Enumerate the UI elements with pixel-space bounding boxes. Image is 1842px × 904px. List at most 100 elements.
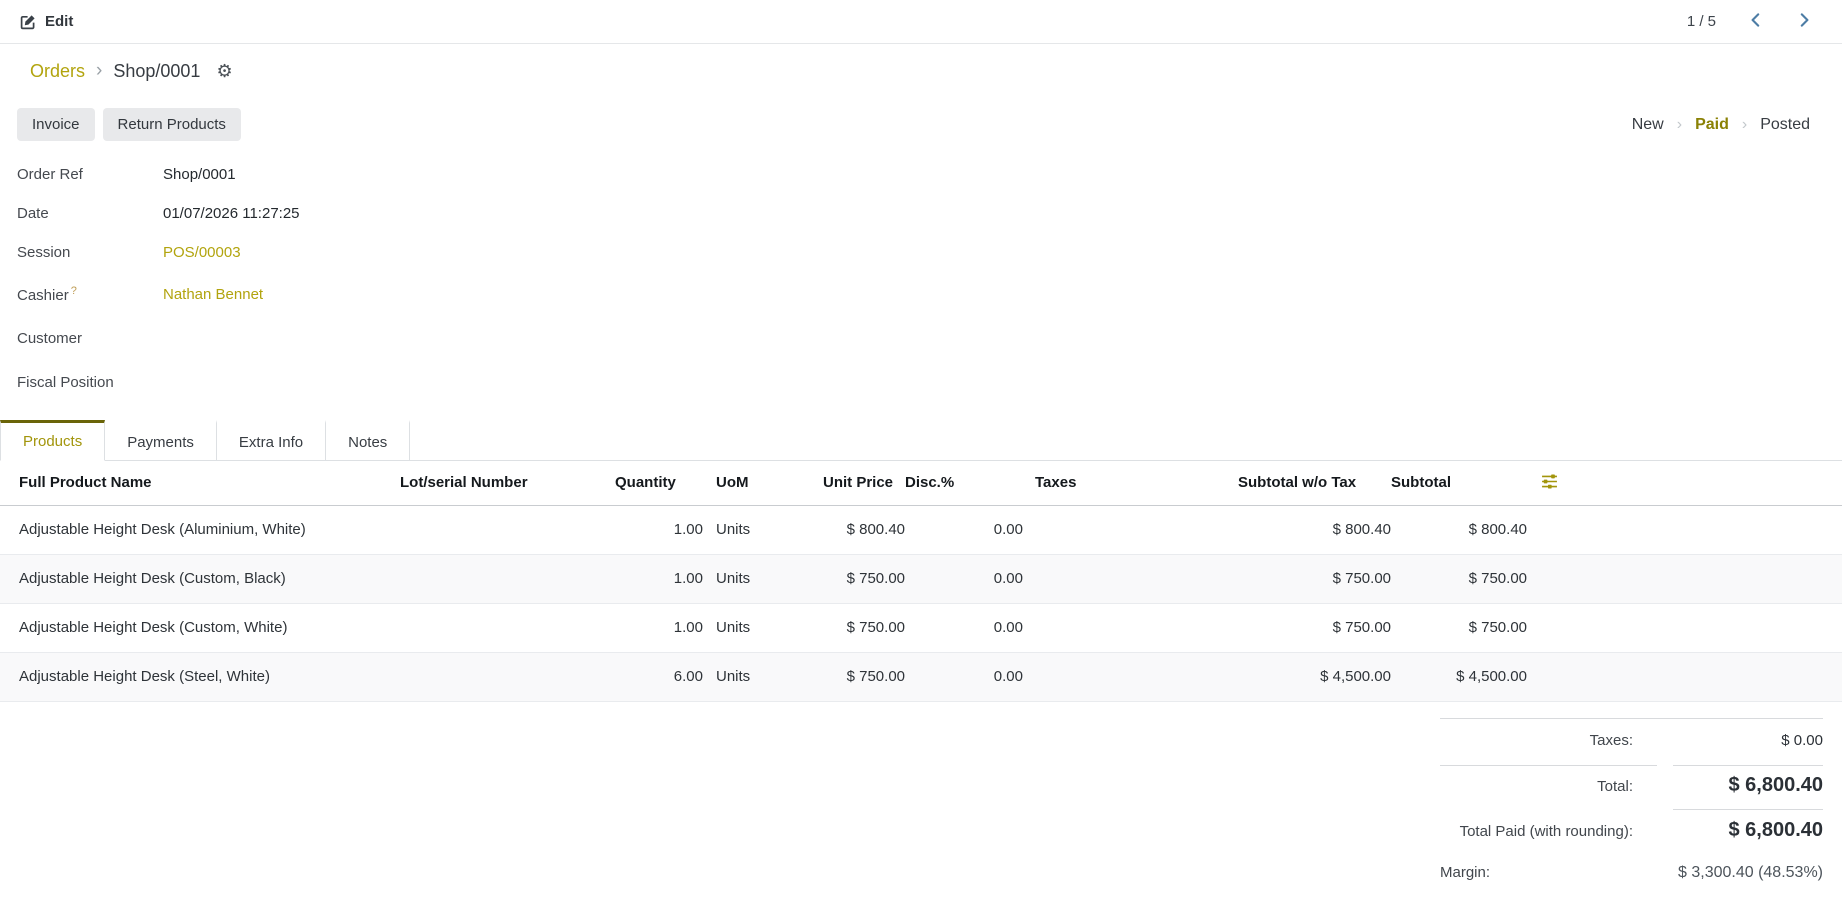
field-fiscal-position: Fiscal Position [17, 360, 1842, 404]
notebook-tabs: Products Payments Extra Info Notes [0, 420, 1842, 461]
cell-taxes [1023, 554, 1238, 603]
total-label: Total: [1440, 766, 1657, 807]
col-subtotal-wo-tax[interactable]: Subtotal w/o Tax [1238, 461, 1391, 505]
edit-icon [20, 14, 36, 30]
return-products-button[interactable]: Return Products [103, 108, 241, 141]
cell-uom: Units [703, 603, 823, 652]
status-step-posted[interactable]: Posted [1760, 116, 1810, 134]
col-subtotal[interactable]: Subtotal [1391, 461, 1527, 505]
cell-product: Adjustable Height Desk (Custom, Black) [0, 554, 400, 603]
cell-quantity: 6.00 [615, 652, 703, 701]
breadcrumb-orders-link[interactable]: Orders [30, 61, 85, 82]
col-lot-serial-number[interactable]: Lot/serial Number [400, 461, 615, 505]
cell-discount: 0.00 [905, 554, 1023, 603]
edit-button-label: Edit [45, 13, 73, 30]
cell-subtotal: $ 750.00 [1391, 554, 1527, 603]
field-customer: Customer [17, 316, 1842, 360]
pager-next-button[interactable] [1795, 11, 1814, 32]
cell-quantity: 1.00 [615, 505, 703, 554]
chevron-left-icon [1750, 13, 1761, 30]
help-icon: ? [71, 285, 77, 297]
cell-uom: Units [703, 505, 823, 554]
total-paid-label: Total Paid (with rounding): [1440, 812, 1657, 840]
total-paid-value: $ 6,800.40 [1673, 810, 1823, 842]
action-row: Invoice Return Products New › Paid › Pos… [0, 94, 1842, 141]
cell-lot [400, 652, 615, 701]
col-uom[interactable]: UoM [703, 461, 823, 505]
table-row[interactable]: Adjustable Height Desk (Steel, White) 6.… [0, 652, 1842, 701]
col-discount[interactable]: Disc.% [905, 461, 1023, 505]
breadcrumb: Orders › Shop/0001 ⚙ [0, 44, 1842, 94]
col-taxes[interactable]: Taxes [1023, 461, 1238, 505]
cell-subtotal-wo-tax: $ 800.40 [1238, 505, 1391, 554]
field-label: Customer [17, 330, 163, 347]
status-separator-icon: › [1742, 116, 1747, 134]
control-bar: Edit 1 / 5 [0, 0, 1842, 44]
field-label: Date [17, 205, 163, 222]
cell-subtotal: $ 4,500.00 [1391, 652, 1527, 701]
tab-notes[interactable]: Notes [326, 420, 410, 461]
cell-quantity: 1.00 [615, 554, 703, 603]
breadcrumb-separator-icon: › [96, 60, 102, 82]
cell-product: Adjustable Height Desk (Steel, White) [0, 652, 400, 701]
col-unit-price[interactable]: Unit Price [823, 461, 905, 505]
status-separator-icon: › [1677, 116, 1682, 134]
sliders-icon [1541, 474, 1558, 492]
product-lines-table: Full Product Name Lot/serial Number Quan… [0, 461, 1842, 702]
cell-subtotal: $ 800.40 [1391, 505, 1527, 554]
action-buttons: Invoice Return Products [17, 108, 241, 141]
cell-product: Adjustable Height Desk (Aluminium, White… [0, 505, 400, 554]
cashier-link[interactable]: Nathan Bennet [163, 286, 263, 303]
cell-unit-price: $ 750.00 [823, 652, 905, 701]
chevron-right-icon [1799, 13, 1810, 30]
table-header-row: Full Product Name Lot/serial Number Quan… [0, 461, 1842, 505]
cell-subtotal-wo-tax: $ 4,500.00 [1238, 652, 1391, 701]
field-label: Cashier? [17, 285, 163, 304]
table-row[interactable]: Adjustable Height Desk (Custom, White) 1… [0, 603, 1842, 652]
cell-quantity: 1.00 [615, 603, 703, 652]
cell-discount: 0.00 [905, 603, 1023, 652]
cell-discount: 0.00 [905, 505, 1023, 554]
status-step-paid[interactable]: Paid [1695, 116, 1729, 134]
breadcrumb-current: Shop/0001 [113, 61, 200, 82]
col-full-product-name[interactable]: Full Product Name [0, 461, 400, 505]
tab-products[interactable]: Products [0, 420, 105, 461]
optional-columns-button[interactable] [1541, 474, 1558, 492]
total-value: $ 6,800.40 [1673, 766, 1823, 810]
totals-paid-row: Total Paid (with rounding): $ 6,800.40 [1440, 810, 1823, 842]
field-group: Order Ref Shop/0001 Date 01/07/2026 11:2… [0, 141, 1842, 404]
gear-icon[interactable]: ⚙ [216, 62, 232, 80]
cell-lot [400, 505, 615, 554]
tab-payments[interactable]: Payments [105, 420, 217, 461]
cell-unit-price: $ 750.00 [823, 554, 905, 603]
edit-button[interactable]: Edit [20, 13, 73, 30]
col-quantity[interactable]: Quantity [615, 461, 703, 505]
cell-taxes [1023, 652, 1238, 701]
totals-block: Taxes: $ 0.00 Total: $ 6,800.40 Total Pa… [1440, 718, 1823, 882]
margin-label: Margin: [1440, 864, 1657, 882]
cell-uom: Units [703, 652, 823, 701]
cell-subtotal-wo-tax: $ 750.00 [1238, 554, 1391, 603]
field-label: Session [17, 244, 163, 261]
field-order-ref: Order Ref Shop/0001 [17, 155, 1842, 194]
invoice-button[interactable]: Invoice [17, 108, 95, 141]
totals-margin-row: Margin: $ 3,300.40 (48.53%) [1440, 864, 1823, 882]
table-row[interactable]: Adjustable Height Desk (Aluminium, White… [0, 505, 1842, 554]
field-label: Order Ref [17, 166, 163, 183]
pager-previous-button[interactable] [1746, 11, 1765, 32]
order-ref-value: Shop/0001 [163, 166, 236, 183]
pager-value[interactable]: 1 / 5 [1687, 13, 1716, 30]
date-value: 01/07/2026 11:27:25 [163, 205, 300, 222]
status-step-new[interactable]: New [1632, 116, 1664, 134]
field-cashier: Cashier? Nathan Bennet [17, 272, 1842, 316]
cell-lot [400, 603, 615, 652]
cell-unit-price: $ 800.40 [823, 505, 905, 554]
field-label: Fiscal Position [17, 374, 163, 391]
session-link[interactable]: POS/00003 [163, 244, 241, 261]
cell-uom: Units [703, 554, 823, 603]
cell-taxes [1023, 505, 1238, 554]
totals-total-row: Total: $ 6,800.40 [1440, 766, 1823, 810]
tab-extra-info[interactable]: Extra Info [217, 420, 326, 461]
cell-lot [400, 554, 615, 603]
table-row[interactable]: Adjustable Height Desk (Custom, Black) 1… [0, 554, 1842, 603]
